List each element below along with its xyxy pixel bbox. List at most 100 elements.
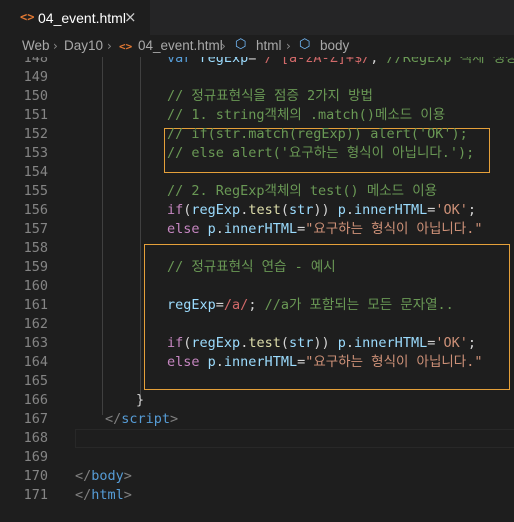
tab-04-event-html[interactable]: <> 04_event.html ×	[0, 0, 150, 35]
code-text: </script>	[105, 410, 178, 429]
code-line[interactable]: 150 // 정규표현식을 점증 2가지 방법	[0, 87, 514, 106]
code-line[interactable]: 167 </script>	[0, 410, 514, 429]
code-text: // 1. string객체의 .match()메소드 이용	[167, 106, 445, 125]
breadcrumb: Web › Day10 › <> 04_event.html › ⬡ html …	[0, 35, 514, 57]
code-token: //a가 포함되는 모든 문자열..	[264, 297, 454, 313]
tab-bar: <> 04_event.html ×	[0, 0, 514, 35]
code-token: // if(str.match(regExp)) alert('OK');	[167, 126, 468, 142]
code-token: body	[91, 468, 124, 484]
line-number: 169	[23, 449, 48, 465]
symbol-cube-icon: ⬡	[299, 37, 311, 52]
line-number: 171	[23, 487, 48, 503]
line-number: 156	[23, 202, 48, 218]
code-token: test	[248, 202, 281, 218]
code-line[interactable]: 168	[0, 429, 514, 448]
code-line[interactable]: 160	[0, 277, 514, 296]
code-line[interactable]: 164 else p.innerHTML="요구하는 형식이 아닙니다."	[0, 353, 514, 372]
line-number: 148	[23, 57, 48, 66]
code-line[interactable]: 156 if(regExp.test(str)) p.innerHTML='OK'…	[0, 201, 514, 220]
code-token: // 2. RegExp객체의 test() 메소드 이용	[167, 183, 438, 199]
html-file-icon: <>	[119, 40, 133, 53]
code-token: // 1. string객체의 .match()메소드 이용	[167, 107, 446, 123]
code-line[interactable]: 166}	[0, 391, 514, 410]
line-number: 152	[23, 126, 48, 142]
code-token: .	[345, 202, 355, 218]
code-token: innerHTML	[354, 202, 428, 218]
code-token: "요구하는 형식이 아닙니다."	[305, 354, 483, 370]
code-editor[interactable]: 148 var regExp= /^[a-zA-Z]+$/; //RegExp 객…	[0, 57, 514, 522]
code-token: regExp	[191, 202, 241, 218]
code-line[interactable]: 158	[0, 239, 514, 258]
line-number: 154	[23, 164, 48, 180]
code-line[interactable]: 154	[0, 163, 514, 182]
code-token: if	[167, 335, 184, 351]
code-line[interactable]: 157 else p.innerHTML="요구하는 형식이 아닙니다."	[0, 220, 514, 239]
code-token: else	[167, 221, 208, 237]
code-token: =	[297, 221, 306, 237]
code-token: innerHTML	[223, 354, 298, 370]
line-number: 159	[23, 259, 48, 275]
breadcrumb-item-body[interactable]: body	[320, 38, 349, 53]
breadcrumb-item-day10[interactable]: Day10	[64, 38, 103, 53]
code-text: // 정규표현식을 점증 2가지 방법	[167, 87, 373, 106]
code-token: 'OK'	[435, 202, 468, 218]
code-line[interactable]: 163 if(regExp.test(str)) p.innerHTML='OK'…	[0, 334, 514, 353]
code-text: </body>	[75, 467, 132, 486]
breadcrumb-item-html[interactable]: html	[256, 38, 282, 53]
tab-label: 04_event.html	[38, 10, 126, 26]
line-number: 149	[23, 69, 48, 85]
code-line[interactable]: 161 regExp=/a/; //a가 포함되는 모든 문자열..	[0, 296, 514, 315]
code-line[interactable]: 153 // else alert('요구하는 형식이 아닙니다.');	[0, 144, 514, 163]
code-token: regExp	[199, 57, 249, 66]
code-token: "요구하는 형식이 아닙니다."	[305, 221, 483, 237]
line-number: 163	[23, 335, 48, 351]
line-number: 167	[23, 411, 48, 427]
code-token: .	[345, 335, 355, 351]
code-line[interactable]: 151 // 1. string객체의 .match()메소드 이용	[0, 106, 514, 125]
code-token: // 정규표현식 연습 - 예시	[167, 259, 336, 275]
code-token: .	[215, 354, 224, 370]
code-token: </	[75, 487, 92, 503]
code-text: </html>	[75, 486, 132, 505]
code-token: p	[337, 202, 346, 218]
code-token: (	[280, 335, 289, 351]
code-token: // else alert('요구하는 형식이 아닙니다.');	[167, 145, 475, 161]
line-number: 166	[23, 392, 48, 408]
breadcrumb-item-web[interactable]: Web	[22, 38, 50, 53]
code-token: (	[280, 202, 289, 218]
code-token: /a/	[223, 297, 249, 313]
code-text: regExp=/a/; //a가 포함되는 모든 문자열..	[167, 296, 454, 315]
line-number: 170	[23, 468, 48, 484]
code-text: else p.innerHTML="요구하는 형식이 아닙니다."	[167, 353, 482, 372]
code-token: if	[167, 202, 184, 218]
code-line[interactable]: 149	[0, 68, 514, 87]
code-line[interactable]: 162	[0, 315, 514, 334]
code-line[interactable]: 159 // 정규표현식 연습 - 예시	[0, 258, 514, 277]
code-text: }	[136, 391, 144, 410]
code-line[interactable]: 165	[0, 372, 514, 391]
code-line[interactable]: 170 </body>	[0, 467, 514, 486]
code-line[interactable]: 155 // 2. RegExp객체의 test() 메소드 이용	[0, 182, 514, 201]
code-token: /^[a-zA-Z]+$/	[264, 57, 371, 66]
symbol-cube-icon: ⬡	[235, 37, 247, 52]
code-text: var regExp= /^[a-zA-Z]+$/; //RegExp 객체 생…	[167, 57, 514, 68]
code-token: ;	[248, 297, 265, 313]
code-text: if(regExp.test(str)) p.innerHTML='OK';	[167, 334, 476, 353]
code-line[interactable]: 148 var regExp= /^[a-zA-Z]+$/; //RegExp 객…	[0, 57, 514, 68]
line-number: 165	[23, 373, 48, 389]
code-token: >	[123, 468, 132, 484]
code-text: if(regExp.test(str)) p.innerHTML='OK';	[167, 201, 476, 220]
code-token: html	[91, 487, 124, 503]
breadcrumb-item-file[interactable]: 04_event.html	[138, 38, 223, 53]
code-line[interactable]: 171 </html>	[0, 486, 514, 505]
code-token: regExp	[167, 297, 216, 313]
close-icon[interactable]: ×	[124, 8, 137, 26]
code-line[interactable]: 169	[0, 448, 514, 467]
code-token: }	[136, 392, 145, 408]
code-token: ;	[370, 57, 387, 66]
code-line[interactable]: 152 // if(str.match(regExp)) alert('OK');	[0, 125, 514, 144]
code-text: // if(str.match(regExp)) alert('OK');	[167, 125, 468, 144]
code-token: else	[167, 354, 208, 370]
code-token: script	[121, 411, 171, 427]
code-token: str	[288, 202, 314, 218]
